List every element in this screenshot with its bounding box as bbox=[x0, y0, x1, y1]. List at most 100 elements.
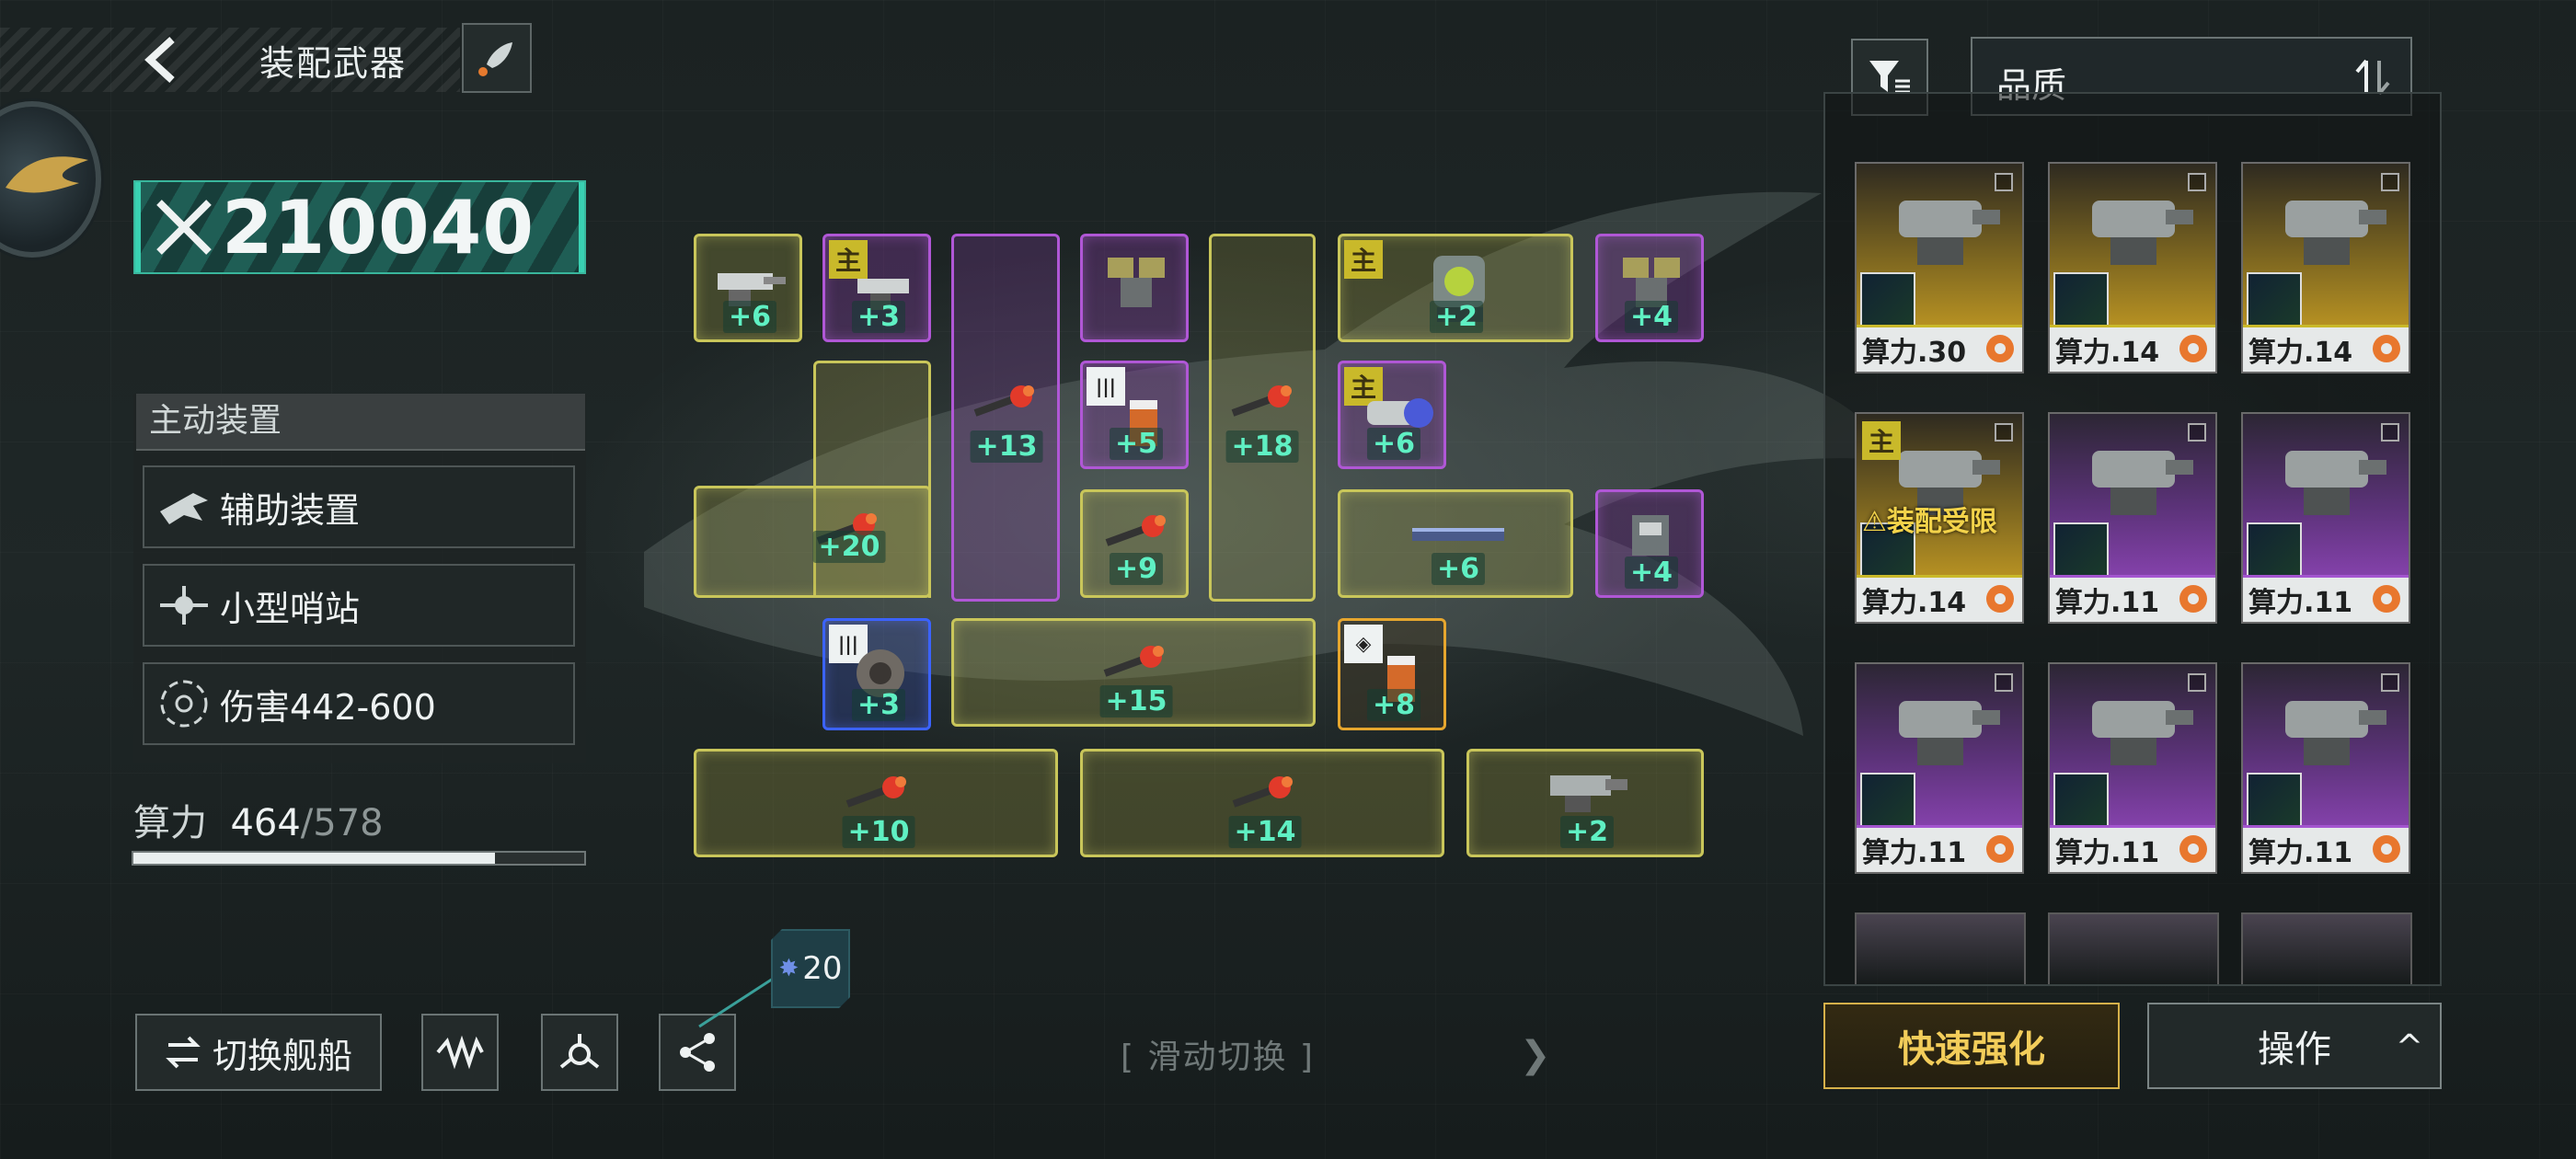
main-weapon-tag: 主 bbox=[1344, 240, 1383, 279]
flame-shot-icon bbox=[1105, 515, 1166, 546]
inventory-card[interactable]: 算力.11 bbox=[2048, 662, 2217, 874]
slot[interactable]: +6 bbox=[1338, 489, 1573, 598]
card-footer: 算力.14 bbox=[2050, 325, 2215, 372]
wave-icon bbox=[436, 1035, 484, 1070]
slot[interactable]: +18 bbox=[1209, 361, 1316, 480]
weapon-image-icon bbox=[2092, 201, 2193, 265]
card-footer: 算力.14 bbox=[1857, 575, 2022, 622]
card-footer: 算力.11 bbox=[2050, 825, 2215, 872]
triad-icon bbox=[559, 1034, 600, 1069]
inventory-card[interactable]: 算力.11 bbox=[1855, 662, 2024, 874]
slot[interactable]: ◈ +8 bbox=[1338, 618, 1446, 730]
inventory-card[interactable]: 算力.11 bbox=[2241, 662, 2410, 874]
slot-level: +3 bbox=[851, 301, 906, 333]
energy-badge-value: 20 bbox=[802, 950, 843, 987]
slot-level: +6 bbox=[1366, 428, 1421, 460]
slot[interactable]: +15 bbox=[951, 618, 1316, 727]
card-cost: 算力.11 bbox=[2055, 587, 2160, 619]
damage-type-icon bbox=[2053, 522, 2109, 578]
gear-icon bbox=[1986, 585, 2014, 613]
slot[interactable]: +9 bbox=[1080, 489, 1189, 598]
card-cost: 算力.14 bbox=[1862, 587, 1967, 619]
slot-level: +5 bbox=[1109, 428, 1164, 460]
weapon-image-icon bbox=[2092, 451, 2193, 515]
card-footer: 算力.11 bbox=[2050, 575, 2215, 622]
swap-icon bbox=[166, 1036, 201, 1069]
slot[interactable]: +10 bbox=[694, 749, 1058, 857]
slot[interactable]: 主 +3 bbox=[822, 234, 931, 342]
quick-upgrade-button[interactable]: 快速强化 bbox=[1823, 1003, 2120, 1089]
slot-level: +3 bbox=[851, 689, 906, 721]
slot[interactable]: +13 bbox=[951, 361, 1060, 480]
inventory-card-partial[interactable] bbox=[1855, 912, 2026, 984]
damage-type-icon bbox=[2247, 773, 2302, 828]
main-weapon-tag: 主 bbox=[1862, 421, 1901, 460]
slot-level: +9 bbox=[1109, 553, 1164, 585]
chevron-right-icon[interactable]: ❯ bbox=[1520, 1034, 1551, 1076]
card-cost: 算力.30 bbox=[1862, 337, 1967, 369]
weapon-image-icon bbox=[2285, 201, 2386, 265]
flame-shot-icon bbox=[1103, 646, 1164, 677]
gear-icon bbox=[1986, 835, 2014, 863]
slot[interactable]: +2 bbox=[1466, 749, 1704, 857]
card-footer: 算力.14 bbox=[2243, 325, 2409, 372]
card-footer: 算力.11 bbox=[2243, 825, 2409, 872]
inventory-card[interactable]: 算力.30 bbox=[1855, 162, 2024, 373]
flame-shot-icon bbox=[1232, 776, 1293, 808]
slot[interactable]: ||| +3 bbox=[822, 618, 931, 730]
slot[interactable] bbox=[1080, 234, 1189, 342]
card-cost: 算力.11 bbox=[2248, 837, 2353, 869]
damage-type-icon bbox=[2053, 773, 2109, 828]
gatling-gun-icon bbox=[1550, 775, 1627, 812]
switch-ship-label: 切换舰船 bbox=[212, 1035, 352, 1076]
inventory-card[interactable]: 算力.14 bbox=[2241, 162, 2410, 373]
inventory-card[interactable]: 算力.11 bbox=[2241, 412, 2410, 624]
slot-level: +4 bbox=[1624, 301, 1679, 333]
gear-icon bbox=[2179, 335, 2207, 362]
equip-limit-warning-text: 装配受限 bbox=[1886, 506, 1997, 538]
slot[interactable]: +20 bbox=[694, 486, 931, 598]
slot[interactable]: ||| +5 bbox=[1080, 361, 1189, 469]
slot-level: +6 bbox=[722, 301, 777, 333]
inventory-card-partial[interactable] bbox=[2048, 912, 2219, 984]
triad-module-button[interactable] bbox=[541, 1014, 618, 1091]
wave-module-button[interactable] bbox=[421, 1014, 499, 1091]
slot[interactable]: +4 bbox=[1595, 234, 1704, 342]
slot-level: +13 bbox=[970, 430, 1043, 463]
weapon-image-icon bbox=[1899, 701, 2000, 765]
card-footer: 算力.11 bbox=[1857, 825, 2022, 872]
weapon-image-icon bbox=[2092, 701, 2193, 765]
slide-switch-hint: [ 滑动切换 ] bbox=[1121, 1039, 1315, 1076]
damage-type-icon bbox=[1860, 773, 1915, 828]
flame-shot-icon bbox=[1231, 385, 1292, 417]
slot[interactable]: +4 bbox=[1595, 489, 1704, 598]
inventory-card[interactable]: 主 ⚠装配受限 算力.14 bbox=[1855, 412, 2024, 624]
gear-icon bbox=[2179, 585, 2207, 613]
slot-level: +4 bbox=[1624, 557, 1679, 589]
slot[interactable]: 主 +6 bbox=[1338, 361, 1446, 469]
slot[interactable]: +14 bbox=[1080, 749, 1444, 857]
railgun-icon bbox=[1412, 528, 1504, 541]
slot-level: +18 bbox=[1225, 430, 1299, 463]
slot[interactable]: +6 bbox=[694, 234, 802, 342]
operate-button[interactable]: 操作 ^ bbox=[2147, 1003, 2442, 1089]
gear-icon bbox=[1986, 335, 2014, 362]
switch-ship-button[interactable]: 切换舰船 bbox=[135, 1014, 382, 1091]
card-cost: 算力.11 bbox=[2055, 837, 2160, 869]
slot-level: +8 bbox=[1366, 689, 1421, 721]
weapon-image-icon bbox=[1899, 201, 2000, 265]
card-footer: 算力.30 bbox=[1857, 325, 2022, 372]
slot[interactable]: 主 +2 bbox=[1338, 234, 1573, 342]
slot-level: +2 bbox=[1429, 301, 1484, 333]
weapon-image-icon bbox=[2285, 701, 2386, 765]
card-footer: 算力.11 bbox=[2243, 575, 2409, 622]
inventory-card-partial[interactable] bbox=[2241, 912, 2412, 984]
gear-icon bbox=[2373, 335, 2400, 362]
slot-level: +6 bbox=[1431, 553, 1486, 585]
energy-badge[interactable]: ✸ 20 bbox=[771, 929, 850, 1008]
twin-cannon-icon bbox=[1108, 258, 1165, 307]
damage-type-icon bbox=[2247, 272, 2302, 327]
card-cost: 算力.11 bbox=[1862, 837, 1967, 869]
inventory-card[interactable]: 算力.11 bbox=[2048, 412, 2217, 624]
inventory-card[interactable]: 算力.14 bbox=[2048, 162, 2217, 373]
